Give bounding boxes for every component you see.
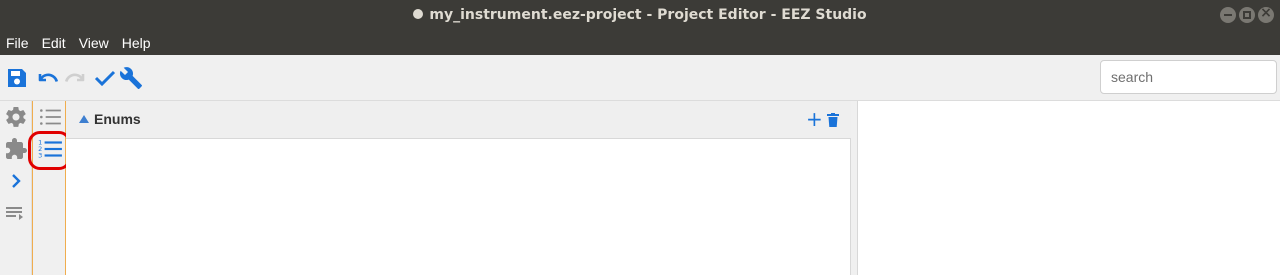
save-icon[interactable] <box>5 66 29 90</box>
window-titlebar: my_instrument.eez-project - Project Edit… <box>0 0 1280 31</box>
redo-icon[interactable] <box>63 66 87 90</box>
panel-splitter[interactable] <box>851 101 858 275</box>
search-input[interactable] <box>1100 60 1277 94</box>
enums-panel: Enums + <box>66 101 851 275</box>
menu-file[interactable]: File <box>6 35 29 51</box>
chevron-right-icon[interactable] <box>4 169 28 193</box>
enums-panel-header: Enums + <box>66 101 851 139</box>
check-icon[interactable] <box>93 66 117 90</box>
puzzle-icon[interactable] <box>4 137 28 161</box>
gear-icon[interactable] <box>4 105 28 129</box>
maximize-button[interactable] <box>1239 7 1255 23</box>
project-section-bar: 1 2 3 <box>32 101 66 275</box>
minimize-button[interactable] <box>1220 7 1236 23</box>
unsaved-indicator-icon <box>413 9 424 19</box>
left-navigation-bar <box>0 101 32 275</box>
add-icon[interactable]: + <box>806 109 823 129</box>
wrench-icon[interactable] <box>119 66 143 90</box>
bullet-list-icon[interactable] <box>37 104 63 130</box>
delete-icon[interactable] <box>827 113 839 127</box>
undo-icon[interactable] <box>36 66 60 90</box>
panel-title: Enums <box>94 111 141 127</box>
highlight-annotation <box>28 131 71 170</box>
menu-view[interactable]: View <box>79 35 109 51</box>
list-arrow-icon[interactable] <box>4 201 28 225</box>
properties-panel <box>858 101 1280 275</box>
window-title: my_instrument.eez-project - Project Edit… <box>429 7 867 23</box>
menu-edit[interactable]: Edit <box>42 35 66 51</box>
close-window-button[interactable] <box>1258 5 1274 23</box>
menu-bar: File Edit View Help <box>0 31 1280 55</box>
menu-help[interactable]: Help <box>122 35 151 51</box>
toolbar <box>0 55 1280 101</box>
window-controls <box>1220 5 1274 23</box>
window-title-wrap: my_instrument.eez-project - Project Edit… <box>0 0 1280 31</box>
collapse-triangle-icon[interactable] <box>79 115 89 123</box>
